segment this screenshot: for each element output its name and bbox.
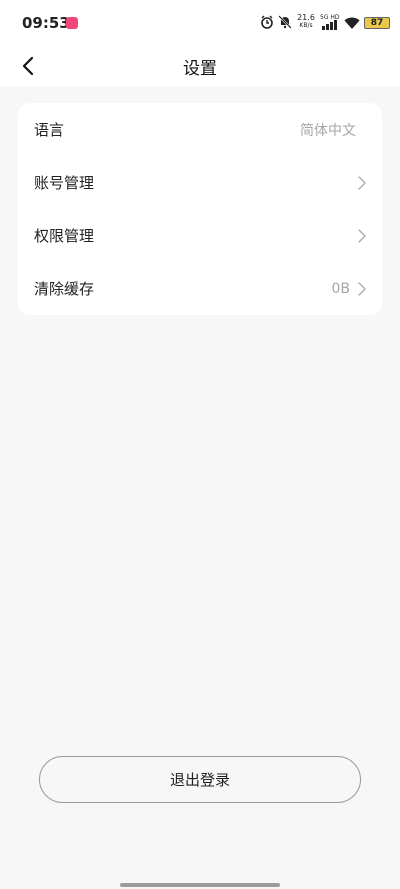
status-bar: 09:53 21.6 KB/s 5G HD 87 bbox=[0, 0, 400, 46]
network-speed-value: 21.6 bbox=[297, 13, 315, 22]
settings-card: 语言 简体中文 账号管理 权限管理 清除缓存 0B bbox=[18, 103, 382, 315]
signal-label: 5G HD bbox=[320, 14, 340, 21]
network-speed-unit: KB/s bbox=[299, 22, 313, 29]
battery-icon: 87 bbox=[364, 17, 390, 29]
settings-item-label: 清除缓存 bbox=[34, 280, 95, 298]
chevron-right-icon bbox=[358, 281, 366, 296]
cache-size-value: 0B bbox=[331, 280, 350, 297]
logout-button[interactable]: 退出登录 bbox=[39, 756, 361, 803]
page-title: 设置 bbox=[183, 59, 217, 79]
settings-item-clear-cache[interactable]: 清除缓存 0B bbox=[18, 262, 382, 315]
mute-bell-icon bbox=[278, 15, 292, 29]
wifi-icon bbox=[344, 17, 360, 29]
language-value: 简体中文 bbox=[300, 122, 356, 139]
cellular-signal-icon: 5G HD bbox=[320, 14, 340, 31]
settings-item-language[interactable]: 语言 简体中文 bbox=[18, 103, 382, 156]
settings-item-account-management[interactable]: 账号管理 bbox=[18, 156, 382, 209]
settings-item-permission-management[interactable]: 权限管理 bbox=[18, 209, 382, 262]
chevron-right-icon bbox=[358, 175, 366, 190]
settings-item-label: 语言 bbox=[34, 121, 65, 139]
app-notification-icon bbox=[66, 17, 78, 29]
settings-item-label: 账号管理 bbox=[34, 174, 95, 192]
network-speed: 21.6 KB/s bbox=[295, 14, 317, 30]
status-time: 09:53 bbox=[22, 14, 70, 32]
chevron-right-icon bbox=[358, 228, 366, 243]
home-indicator[interactable] bbox=[120, 883, 280, 887]
nav-bar: 设置 bbox=[0, 46, 400, 86]
alarm-icon bbox=[261, 15, 273, 29]
settings-item-label: 权限管理 bbox=[34, 227, 95, 245]
